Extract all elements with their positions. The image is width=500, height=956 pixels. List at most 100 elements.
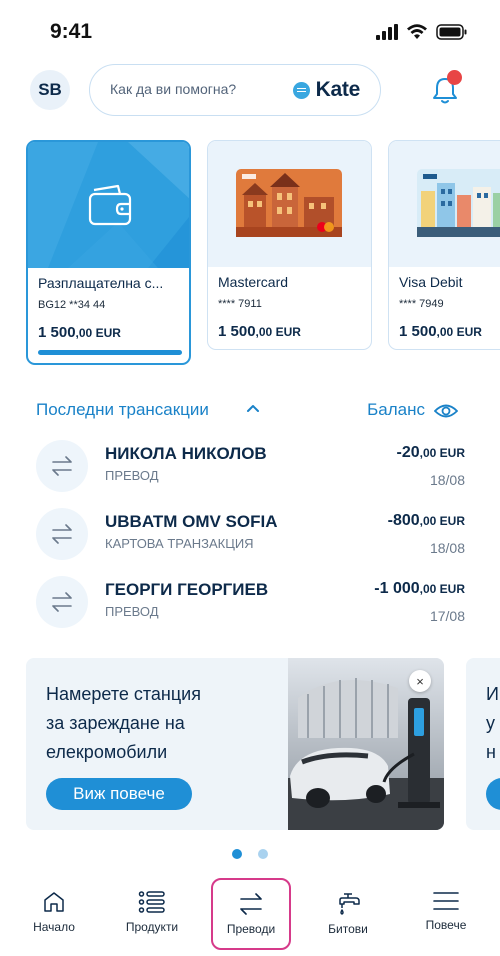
status-bar: 9:41 <box>0 0 500 60</box>
balance-amount: 1 500 <box>399 323 437 340</box>
amount-currency: EUR <box>436 446 465 460</box>
transaction-row[interactable]: НИКОЛА НИКОЛОВ ПРЕВОД -20,00 EUR 18/08 <box>0 434 500 502</box>
tab-label: Преводи <box>226 922 276 936</box>
wallet-icon <box>88 184 132 226</box>
see-more-button[interactable]: Виж повече <box>46 778 192 810</box>
account-balance: 1 500,00 EUR <box>399 323 482 341</box>
pagination-dot[interactable] <box>258 849 268 859</box>
transaction-name: UBBATM OMV SOFIA <box>105 512 278 531</box>
account-card-current[interactable]: Разплащателна с... BG12 **34 44 1 500,00… <box>26 140 191 365</box>
wifi-icon <box>407 24 427 39</box>
promo-banner[interactable]: Намерете станция за зареждане на елекром… <box>26 658 444 830</box>
close-promo-button[interactable]: × <box>409 670 431 692</box>
chevron-up-icon[interactable] <box>246 403 260 413</box>
promo-banner-next[interactable]: И у н <box>466 658 500 830</box>
card-image <box>208 141 371 267</box>
account-number: **** 7949 <box>399 298 444 310</box>
transaction-date: 18/08 <box>429 540 465 556</box>
selected-indicator <box>38 350 182 355</box>
transaction-date: 18/08 <box>429 472 465 488</box>
pagination-dot-active[interactable] <box>232 849 242 859</box>
balance-toggle[interactable]: Баланс <box>367 400 425 420</box>
products-list-icon <box>138 891 165 913</box>
balance-currency: EUR <box>92 326 121 340</box>
promo-text: И у н <box>486 680 499 767</box>
home-icon <box>44 892 64 912</box>
tab-more[interactable]: Повече <box>406 878 486 950</box>
avatar[interactable]: SB <box>30 70 70 110</box>
transaction-name: НИКОЛА НИКОЛОВ <box>105 444 267 463</box>
amount-value: -20 <box>396 444 420 461</box>
promo-line: И <box>486 684 499 704</box>
card-image <box>389 141 500 267</box>
battery-icon <box>436 24 467 40</box>
transactions-list: НИКОЛА НИКОЛОВ ПРЕВОД -20,00 EUR 18/08 U… <box>0 434 500 638</box>
transfer-icon <box>36 440 88 492</box>
transaction-amount: -1 000,00 EUR <box>374 580 465 598</box>
transfer-arrows-icon <box>240 893 262 915</box>
amount-decimals: ,00 <box>419 514 437 528</box>
account-card-mastercard[interactable]: Mastercard **** 7911 1 500,00 EUR <box>207 140 372 350</box>
tab-label: Битови <box>328 922 368 936</box>
tab-utilities[interactable]: Битови <box>308 878 388 950</box>
tab-label: Продукти <box>125 920 179 934</box>
transaction-row[interactable]: ГЕОРГИ ГЕОРГИЕВ ПРЕВОД -1 000,00 EUR 17/… <box>0 570 500 638</box>
promo-line: Намерете станция <box>46 684 201 704</box>
balance-decimals: ,00 <box>255 325 273 339</box>
account-number: BG12 **34 44 <box>38 299 106 311</box>
transaction-row[interactable]: UBBATM OMV SOFIA КАРТОВА ТРАНЗАКЦИЯ -800… <box>0 502 500 570</box>
amount-decimals: ,00 <box>419 446 437 460</box>
tab-home[interactable]: Начало <box>14 878 94 950</box>
transfer-icon <box>36 508 88 560</box>
card-image <box>28 142 189 268</box>
eye-icon[interactable] <box>434 403 458 419</box>
header: SB Как да ви помогна? Kate <box>0 64 500 116</box>
assistant-search-input[interactable]: Как да ви помогна? Kate <box>89 64 381 116</box>
account-cards-carousel[interactable]: Разплащателна с... BG12 **34 44 1 500,00… <box>0 140 500 368</box>
tab-label: Повече <box>425 918 467 932</box>
account-balance: 1 500,00 EUR <box>218 323 301 341</box>
account-card-visa[interactable]: Visa Debit **** 7949 1 500,00 EUR <box>388 140 500 350</box>
amount-currency: EUR <box>436 582 465 596</box>
balance-amount: 1 500 <box>38 324 76 341</box>
balance-decimals: ,00 <box>436 325 454 339</box>
transfer-icon <box>36 576 88 628</box>
notification-badge <box>447 70 462 85</box>
balance-amount: 1 500 <box>218 323 256 340</box>
balance-currency: EUR <box>272 325 301 339</box>
account-title: Mastercard <box>218 274 289 290</box>
transaction-date: 17/08 <box>429 608 465 624</box>
kate-logo: Kate <box>292 78 360 102</box>
signal-icon <box>376 24 398 40</box>
promo-text: Намерете станция за зареждане на елекром… <box>46 680 266 767</box>
visa-card-image <box>417 169 500 237</box>
promo-line: н <box>486 742 496 762</box>
recent-transactions-toggle[interactable]: Последни трансакции <box>36 400 209 420</box>
tab-products[interactable]: Продукти <box>112 878 192 950</box>
promo-next-button[interactable] <box>486 778 500 810</box>
balance-currency: EUR <box>453 325 482 339</box>
amount-decimals: ,00 <box>419 582 437 596</box>
carousel-pagination <box>0 849 500 859</box>
tab-transfers[interactable]: Преводи <box>211 878 291 950</box>
balance-decimals: ,00 <box>75 326 93 340</box>
transaction-type: КАРТОВА ТРАНЗАКЦИЯ <box>105 536 254 551</box>
account-balance: 1 500,00 EUR <box>38 324 121 342</box>
tab-label: Начало <box>33 920 75 934</box>
utility-tap-icon <box>339 893 360 915</box>
kate-icon <box>292 81 310 99</box>
amount-value: -1 000 <box>374 580 420 597</box>
amount-value: -800 <box>387 512 420 529</box>
amount-currency: EUR <box>436 514 465 528</box>
transaction-amount: -800,00 EUR <box>388 512 465 530</box>
transaction-amount: -20,00 EUR <box>397 444 465 462</box>
status-time: 9:41 <box>50 20 93 43</box>
transaction-type: ПРЕВОД <box>105 604 159 619</box>
transaction-name: ГЕОРГИ ГЕОРГИЕВ <box>105 580 269 599</box>
promo-line: у <box>486 713 495 733</box>
transaction-type: ПРЕВОД <box>105 468 159 483</box>
account-number: **** 7911 <box>218 298 262 310</box>
account-title: Visa Debit <box>399 274 463 290</box>
transactions-header: Последни трансакции Баланс <box>36 400 466 422</box>
promo-line: за зареждане на <box>46 713 185 733</box>
